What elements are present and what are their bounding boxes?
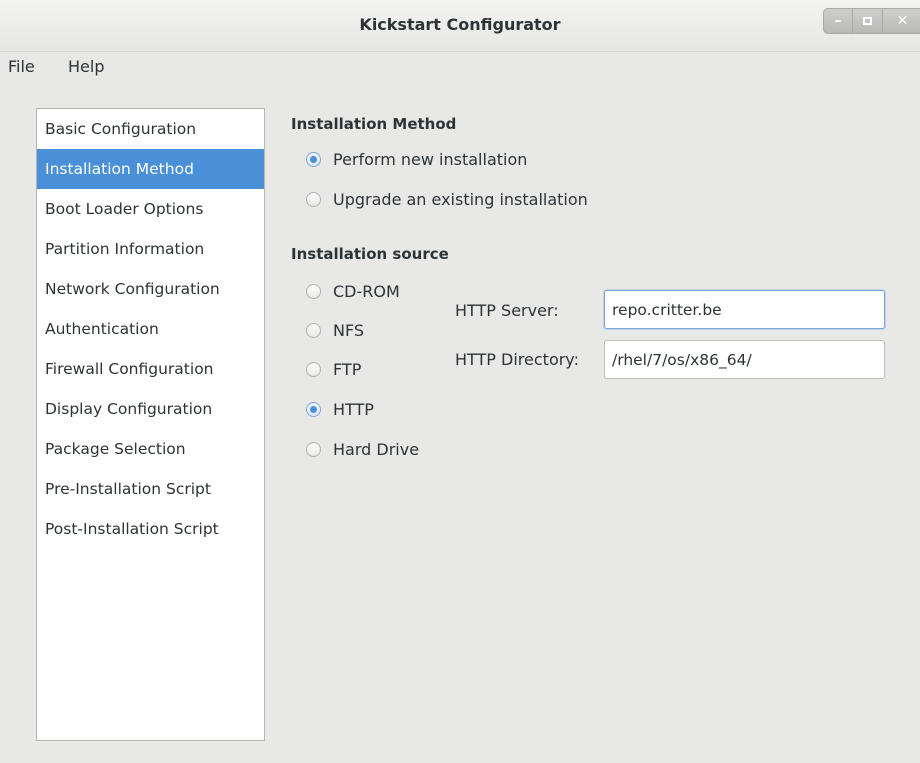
radio-http[interactable]: HTTP	[306, 400, 374, 419]
category-installation-method[interactable]: Installation Method	[37, 149, 264, 189]
http-server-label: HTTP Server:	[455, 301, 559, 320]
radio-label: Perform new installation	[333, 150, 528, 169]
radio-unchecked-icon	[306, 323, 321, 338]
installation-source-heading: Installation source	[291, 245, 449, 263]
category-authentication[interactable]: Authentication	[37, 309, 264, 349]
category-post-installation-script[interactable]: Post-Installation Script	[37, 509, 264, 549]
installation-method-heading: Installation Method	[291, 115, 457, 133]
category-display-configuration[interactable]: Display Configuration	[37, 389, 264, 429]
minimize-button[interactable]: –	[823, 8, 853, 34]
close-icon: ✕	[896, 13, 909, 29]
radio-perform-new-installation[interactable]: Perform new installation	[306, 150, 527, 169]
radio-label: CD-ROM	[333, 282, 400, 301]
radio-label: Upgrade an existing installation	[333, 190, 588, 209]
minimize-icon: –	[834, 13, 842, 29]
radio-upgrade-existing-installation[interactable]: Upgrade an existing installation	[306, 190, 588, 209]
close-button[interactable]: ✕	[883, 8, 920, 34]
radio-label: NFS	[333, 321, 365, 340]
maximize-button[interactable]	[853, 8, 883, 34]
radio-label: HTTP	[333, 400, 374, 419]
radio-nfs[interactable]: NFS	[306, 321, 364, 340]
window-title: Kickstart Configurator	[359, 15, 561, 34]
category-firewall-configuration[interactable]: Firewall Configuration	[37, 349, 264, 389]
http-directory-label: HTTP Directory:	[455, 350, 579, 369]
category-basic-configuration[interactable]: Basic Configuration	[37, 109, 264, 149]
radio-unchecked-icon	[306, 442, 321, 457]
radio-ftp[interactable]: FTP	[306, 360, 361, 379]
radio-checked-icon	[306, 152, 321, 167]
radio-unchecked-icon	[306, 284, 321, 299]
radio-checked-icon	[306, 402, 321, 417]
category-partition-information[interactable]: Partition Information	[37, 229, 264, 269]
http-directory-input[interactable]	[604, 340, 885, 379]
category-network-configuration[interactable]: Network Configuration	[37, 269, 264, 309]
menu-help[interactable]: Help	[68, 57, 104, 76]
radio-label: FTP	[333, 360, 362, 379]
menu-bar: File Help	[0, 52, 920, 82]
category-list: Basic Configuration Installation Method …	[36, 108, 265, 741]
category-boot-loader-options[interactable]: Boot Loader Options	[37, 189, 264, 229]
title-bar: Kickstart Configurator – ✕	[0, 0, 920, 52]
radio-hard-drive[interactable]: Hard Drive	[306, 440, 419, 459]
radio-label: Hard Drive	[333, 440, 420, 459]
category-pre-installation-script[interactable]: Pre-Installation Script	[37, 469, 264, 509]
menu-file[interactable]: File	[8, 57, 35, 76]
http-server-input[interactable]	[604, 290, 885, 329]
radio-unchecked-icon	[306, 192, 321, 207]
radio-cdrom[interactable]: CD-ROM	[306, 282, 400, 301]
category-package-selection[interactable]: Package Selection	[37, 429, 264, 469]
radio-unchecked-icon	[306, 362, 321, 377]
maximize-icon	[863, 17, 872, 25]
